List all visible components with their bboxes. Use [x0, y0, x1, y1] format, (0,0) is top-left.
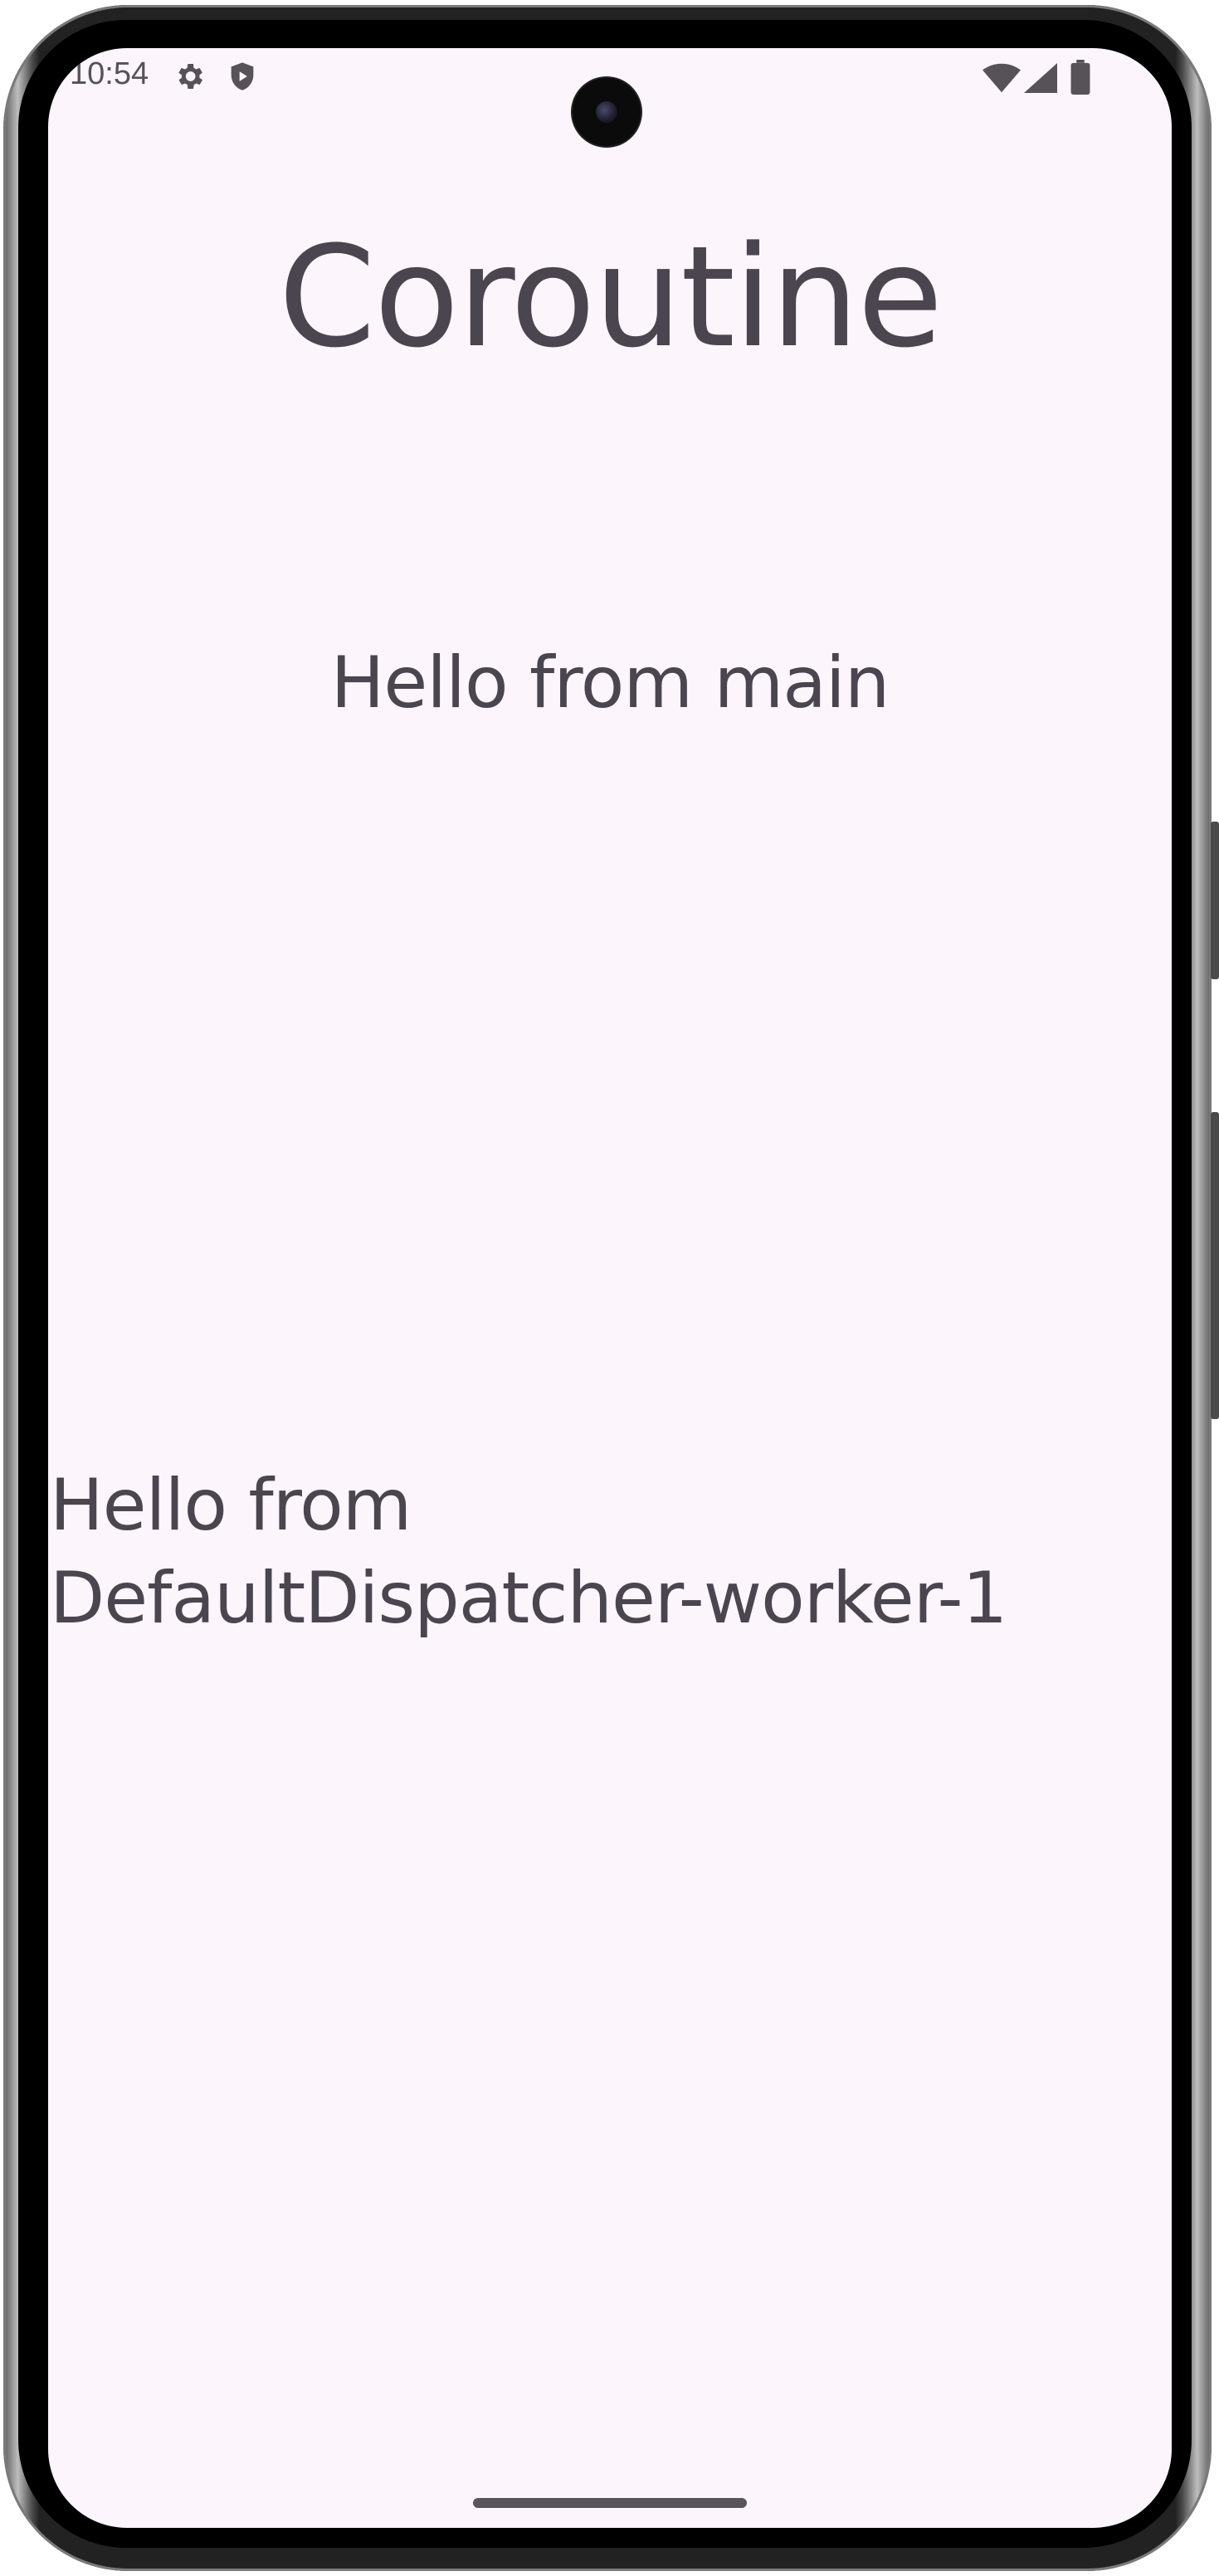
- gear-icon: [178, 64, 202, 89]
- power-button: [1211, 1112, 1219, 1419]
- page-title: Coroutine: [278, 216, 943, 378]
- battery-icon: [1070, 60, 1090, 95]
- home-indicator[interactable]: [473, 2498, 747, 2508]
- worker-thread-message: Hello from DefaultDispatcher-worker-1: [50, 1464, 1007, 1640]
- front-camera: [573, 78, 641, 146]
- status-time: 10:54: [70, 56, 149, 91]
- main-thread-message: Hello from main: [330, 642, 890, 724]
- screen: 10:54 Coroutine Hello from main Hello fr…: [48, 48, 1172, 2528]
- cell-signal-icon: [1024, 63, 1057, 93]
- wifi-icon: [983, 63, 1021, 93]
- volume-button: [1211, 822, 1219, 979]
- shield-play-icon: [231, 62, 254, 90]
- device-screenshot: 10:54 Coroutine Hello from main Hello fr…: [0, 0, 1219, 2576]
